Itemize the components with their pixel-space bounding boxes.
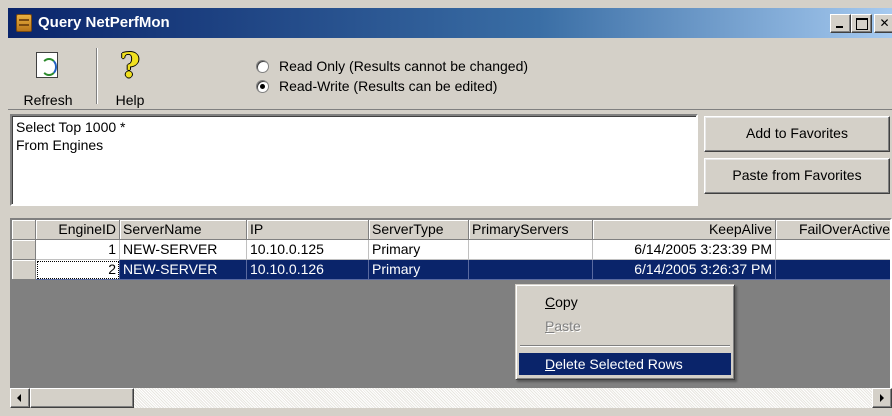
refresh-label: Refresh <box>23 92 73 108</box>
minimize-button[interactable] <box>830 14 851 33</box>
query-netperfmon-window: Query NetPerfMon ✕ Refresh ? Help Read O… <box>0 0 892 416</box>
help-button[interactable]: ? Help <box>100 44 160 108</box>
toolbar-separator <box>96 48 98 104</box>
cell-servername[interactable]: NEW-SERVER <box>120 260 247 280</box>
cell-keepalive[interactable]: 6/14/2005 3:23:39 PM <box>593 240 776 260</box>
toolbar: Refresh ? Help Read Only (Results cannot… <box>8 40 892 110</box>
cell-engineid[interactable]: 2 <box>36 260 120 280</box>
help-label: Help <box>115 92 145 108</box>
paste-accelerator: P <box>545 318 555 334</box>
cell-primaryservers[interactable] <box>469 240 593 260</box>
paste-label-rest: aste <box>554 318 581 334</box>
read-only-radio[interactable] <box>256 59 269 73</box>
copy-accelerator: C <box>545 294 556 310</box>
cell-primaryservers[interactable] <box>469 260 593 280</box>
context-menu: Copy Paste Delete Selected Rows <box>515 284 735 380</box>
cell-servername[interactable]: NEW-SERVER <box>120 240 247 260</box>
cell-keepalive[interactable]: 6/14/2005 3:26:37 PM <box>593 260 776 280</box>
column-header-keepalive[interactable]: KeepAlive <box>593 220 776 240</box>
menu-item-delete-selected-rows[interactable]: Delete Selected Rows <box>519 353 731 375</box>
row-selector[interactable] <box>12 260 36 280</box>
column-header-engineid[interactable]: EngineID <box>36 220 120 240</box>
read-write-option[interactable]: Read-Write (Results can be edited) <box>256 76 497 96</box>
read-write-radio[interactable] <box>256 79 269 93</box>
maximize-button[interactable] <box>851 14 872 33</box>
cell-engineid[interactable]: 1 <box>36 240 120 260</box>
row-selector[interactable] <box>12 240 36 260</box>
read-write-label: Read-Write (Results can be edited) <box>279 78 498 94</box>
app-database-icon <box>16 14 32 32</box>
column-header-primaryservers[interactable]: PrimaryServers <box>469 220 593 240</box>
refresh-button[interactable]: Refresh <box>12 44 84 108</box>
scroll-left-button[interactable] <box>10 388 30 408</box>
delete-accelerator: D <box>545 356 556 372</box>
horizontal-scrollbar[interactable] <box>10 388 892 408</box>
column-header-ip[interactable]: IP <box>247 220 369 240</box>
cell-ip[interactable]: 10.10.0.125 <box>247 240 369 260</box>
cell-failoveractive[interactable] <box>776 260 890 280</box>
query-editor[interactable]: Select Top 1000 * From Engines <box>10 114 698 206</box>
cell-ip[interactable]: 10.10.0.126 <box>247 260 369 280</box>
help-icon: ? <box>120 46 140 86</box>
cell-failoveractive[interactable] <box>776 240 890 260</box>
cell-servertype[interactable]: Primary <box>369 240 469 260</box>
delete-label-rest: elete Selected Rows <box>555 356 683 372</box>
row-selector-header[interactable] <box>12 220 36 240</box>
menu-item-paste[interactable]: Paste <box>519 315 731 337</box>
paste-from-favorites-button[interactable]: Paste from Favorites <box>704 158 890 194</box>
menu-separator <box>520 345 730 347</box>
window-title: Query NetPerfMon <box>38 14 170 31</box>
column-header-servertype[interactable]: ServerType <box>369 220 469 240</box>
cell-servertype[interactable]: Primary <box>369 260 469 280</box>
close-button[interactable]: ✕ <box>874 14 892 33</box>
copy-label-rest: opy <box>555 294 578 310</box>
scrollbar-thumb[interactable] <box>30 388 134 408</box>
read-only-option[interactable]: Read Only (Results cannot be changed) <box>256 56 528 76</box>
menu-item-copy[interactable]: Copy <box>519 291 731 313</box>
close-icon: ✕ <box>879 16 890 30</box>
results-grid[interactable]: EngineID ServerName IP ServerType Primar… <box>10 218 892 390</box>
column-header-servername[interactable]: ServerName <box>120 220 247 240</box>
column-header-failoveractive[interactable]: FailOverActive <box>776 220 890 240</box>
refresh-icon <box>36 52 58 78</box>
title-bar[interactable]: Query NetPerfMon ✕ <box>8 8 892 38</box>
read-only-label: Read Only (Results cannot be changed) <box>279 58 529 74</box>
scroll-right-button[interactable] <box>872 388 892 408</box>
add-to-favorites-button[interactable]: Add to Favorites <box>704 116 890 152</box>
